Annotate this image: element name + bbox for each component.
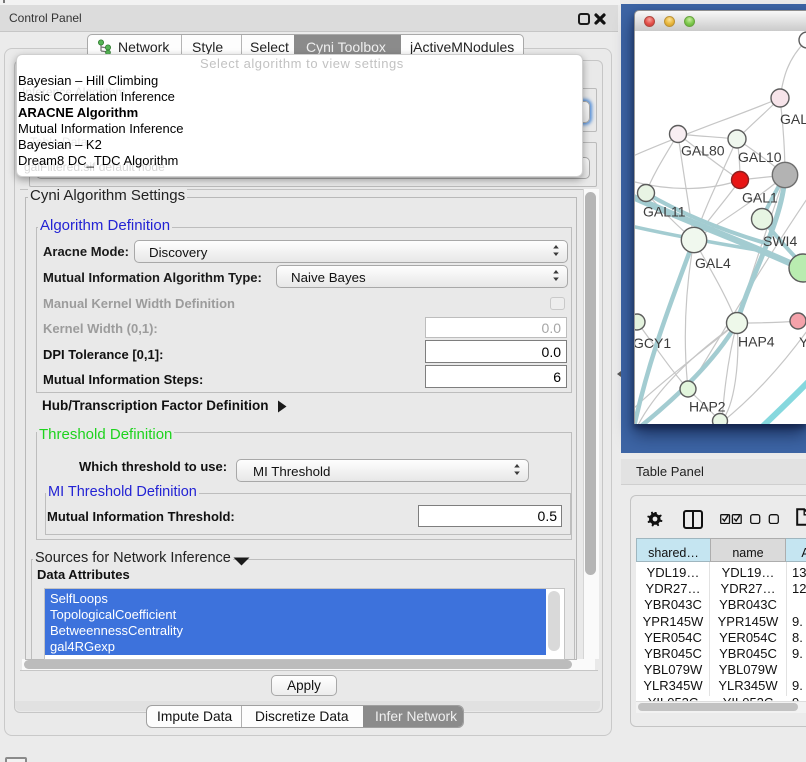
svg-text:HAP4: HAP4 [738,334,775,350]
svg-text:YB: YB [799,334,806,350]
svg-text:SWI4: SWI4 [763,233,797,249]
svg-text:GAL7: GAL7 [780,111,806,127]
svg-text:GAL11: GAL11 [643,204,686,220]
svg-text:GAL1: GAL1 [742,190,778,206]
svg-text:GCY1: GCY1 [635,335,671,351]
svg-text:GAL80: GAL80 [681,143,725,159]
svg-text:HAP2: HAP2 [689,399,726,415]
svg-text:GAL10: GAL10 [738,149,782,165]
svg-text:GAL4: GAL4 [695,255,731,271]
